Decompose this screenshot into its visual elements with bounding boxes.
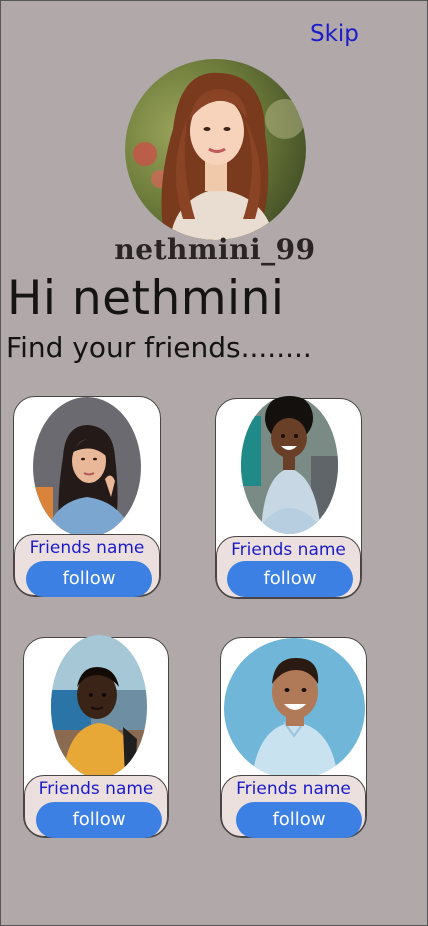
friend-photo [224, 638, 365, 779]
friend-card: Friends name follow [215, 396, 362, 599]
follow-button[interactable]: follow [36, 802, 162, 838]
skip-link[interactable]: Skip [310, 21, 359, 47]
follow-button[interactable]: follow [227, 561, 353, 597]
smiling-boy-portrait-icon [224, 638, 365, 779]
find-friends-subtitle: Find your friends........ [6, 331, 312, 364]
friend-name: Friends name [38, 779, 154, 799]
friend-card: Friends name follow [13, 396, 161, 597]
profile-avatar [125, 59, 306, 240]
friend-photo [33, 397, 141, 537]
friend-name: Friends name [231, 540, 346, 560]
friend-card-footer: Friends name follow [24, 775, 168, 838]
greeting-heading: Hi nethmini [7, 271, 285, 326]
woman-portrait-icon [125, 59, 306, 240]
app-screen: Skip nethmini_99 Hi nethmini Find your f… [0, 0, 428, 926]
friend-card-footer: Friends name follow [221, 775, 366, 838]
friend-card-footer: Friends name follow [216, 536, 361, 598]
friend-photo [241, 396, 338, 534]
friend-photo [51, 635, 147, 778]
friend-name: Friends name [236, 779, 351, 799]
girl-portrait-icon [33, 397, 141, 537]
follow-button[interactable]: follow [236, 802, 362, 838]
boy-portrait-icon [51, 635, 147, 778]
follow-button[interactable]: follow [26, 561, 152, 597]
friend-card-footer: Friends name follow [14, 534, 160, 597]
friend-name: Friends name [29, 538, 145, 558]
profile-username: nethmini_99 [114, 233, 316, 266]
child-girl-portrait-icon [241, 396, 338, 534]
friend-card: Friends name follow [220, 637, 367, 838]
friend-card: Friends name follow [23, 635, 169, 838]
